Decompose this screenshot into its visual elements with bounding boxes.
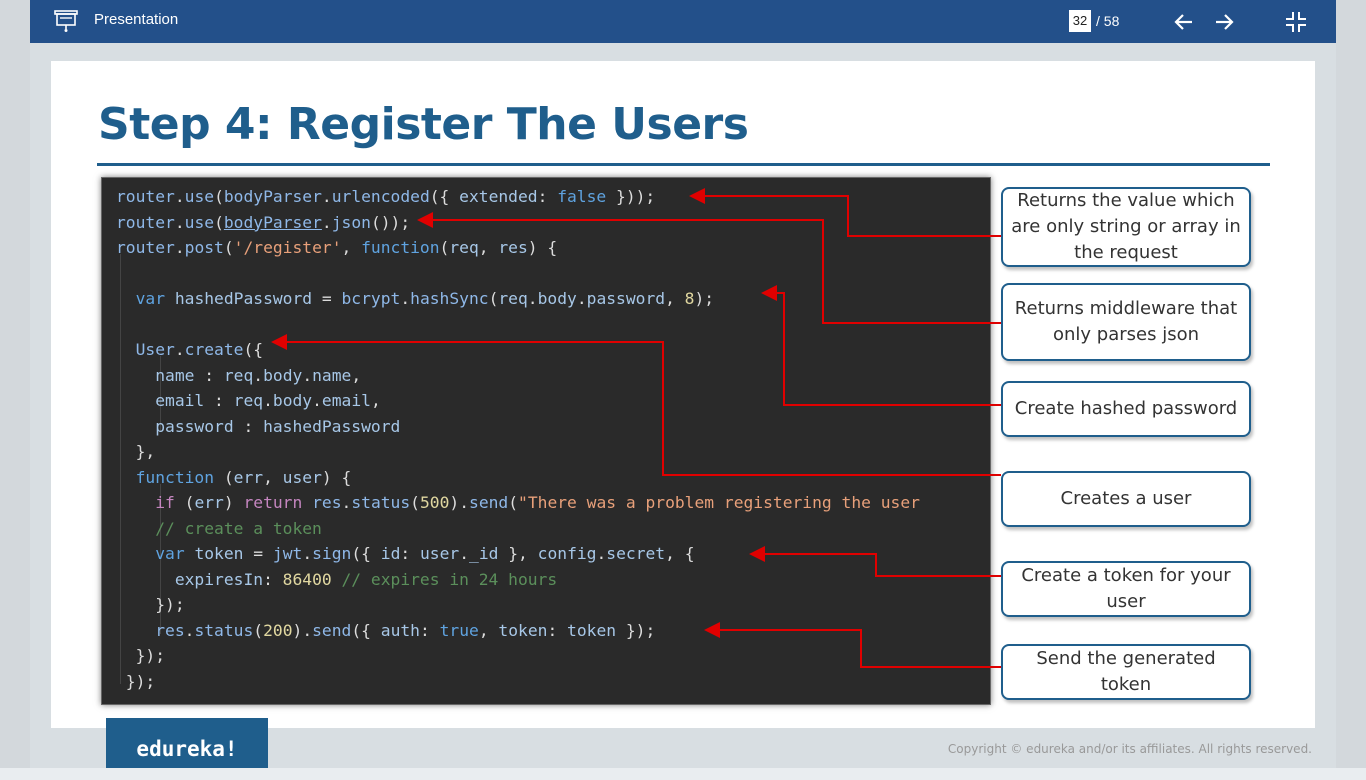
slide-title: Step 4: Register The Users [98, 99, 749, 150]
slide: Step 4: Register The Users router.use(bo… [51, 61, 1315, 728]
code-line-10: password : hashedPassword [155, 416, 401, 436]
edureka-logo: edureka! [106, 718, 268, 768]
presentation-icon [53, 8, 79, 34]
code-line-20: }); [116, 671, 156, 691]
code-line-12: function (err, user) { [135, 467, 352, 487]
left-gutter [0, 0, 30, 768]
code-line-17: }); [116, 595, 185, 614]
callout-send-token: Send the generated token [1001, 644, 1251, 700]
code-line-13: if (err) return res.status(500).send("Th… [155, 493, 920, 512]
page-number-input[interactable]: 32 [1069, 10, 1091, 32]
code-line-19: }); [116, 646, 166, 665]
app-title: Presentation [94, 11, 179, 28]
arrow-right-icon[interactable] [1210, 8, 1238, 36]
code-line-15: var token = jwt.sign({ id: user._id }, c… [155, 544, 695, 563]
callout-json-middleware: Returns middleware that only parses json [1001, 283, 1251, 361]
callout-string-or-array: Returns the value which are only string … [1001, 187, 1251, 267]
callout-create-user: Creates a user [1001, 471, 1251, 527]
code-line-5: var hashedPassword = bcrypt.hashSync(req… [135, 289, 715, 308]
title-divider [97, 163, 1270, 166]
page-total: / 58 [1096, 13, 1120, 29]
presentation-toolbar: Presentation 32 / 58 [30, 0, 1336, 43]
code-line-18: res.status(200).send({ auth: true, token… [155, 620, 656, 640]
arrow-left-icon[interactable] [1170, 8, 1198, 36]
code-line-7: User.create({ [135, 340, 264, 359]
right-gutter [1336, 0, 1366, 768]
code-line-9: email : req.body.email, [155, 391, 381, 410]
callout-create-token: Create a token for your user [1001, 561, 1251, 617]
code-screenshot: router.use(bodyParser.urlencoded({ exten… [101, 177, 991, 705]
code-line-2: router.use(bodyParser.json()); [116, 212, 411, 232]
code-line-3: router.post('/register', function(req, r… [116, 238, 558, 257]
code-line-16: expiresIn: 86400 // expires in 24 hours [174, 569, 558, 589]
code-line-8: name : req.body.name, [155, 365, 362, 385]
code-block: router.use(bodyParser.urlencoded({ exten… [116, 184, 920, 694]
copyright-text: Copyright © edureka and/or its affiliate… [947, 742, 1312, 756]
code-line-1: router.use(bodyParser.urlencoded({ exten… [116, 187, 656, 206]
callout-hashed-password: Create hashed password [1001, 381, 1251, 437]
code-line-14: // create a token [155, 518, 322, 538]
exit-fullscreen-icon[interactable] [1282, 8, 1310, 36]
code-line-11: }, [116, 442, 156, 461]
